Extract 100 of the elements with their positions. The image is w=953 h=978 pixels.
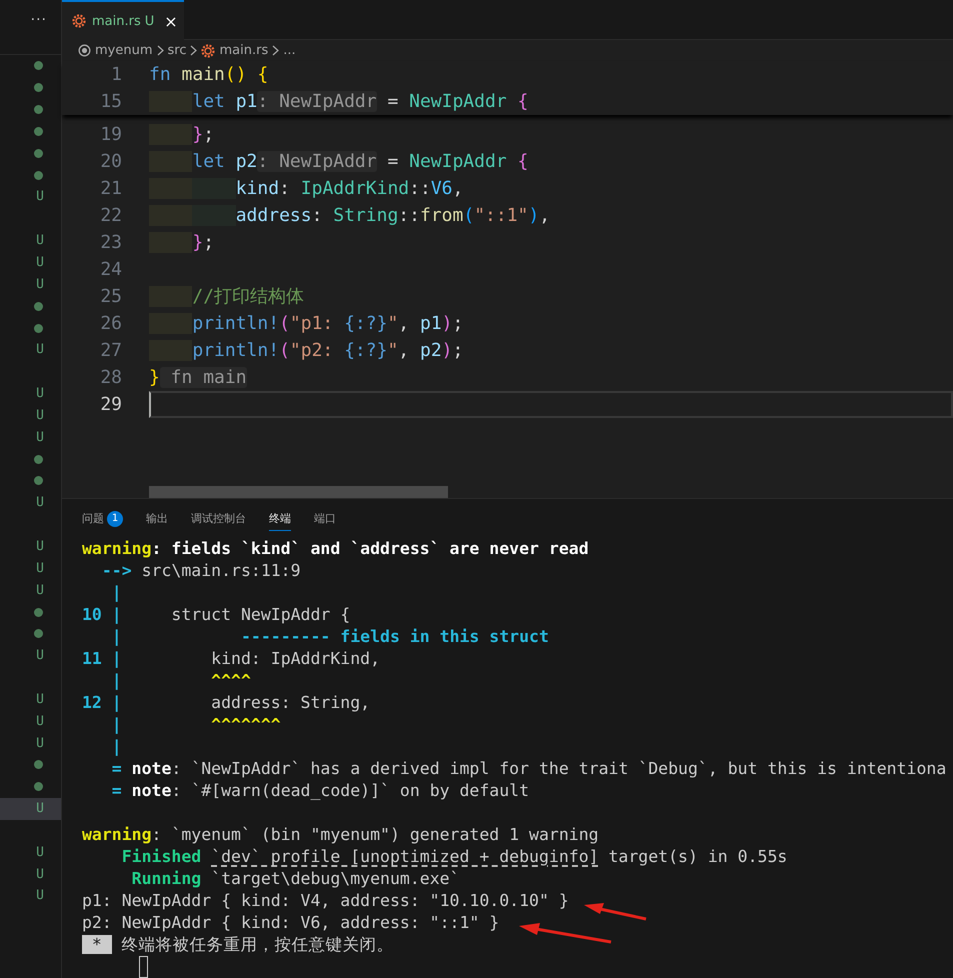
untracked-status: U (36, 276, 44, 292)
untracked-status: U (36, 538, 44, 554)
untracked-status: U (36, 692, 44, 707)
panel-tab[interactable]: 端口 (314, 507, 336, 531)
terminal-line: | ^^^^ (110, 670, 251, 692)
modified-dot-icon (34, 148, 43, 158)
untracked-status: U (36, 255, 44, 270)
terminal-line: = note: `#[warn(dead_code)]` on by default (110, 780, 530, 802)
modified-dot-icon (34, 324, 43, 333)
code-line: fn main() { (149, 63, 270, 87)
modified-dot-icon (34, 302, 43, 311)
modified-dot-icon (34, 760, 43, 770)
code-line: let p2: NewIpAddr = NewIpAddr { (149, 148, 953, 175)
panel-tab[interactable]: 终端 (269, 507, 291, 531)
count-badge: 1 (107, 510, 123, 526)
terminal-line: | (110, 582, 122, 604)
modified-dot-icon (34, 476, 43, 486)
line-number: 22 (99, 204, 123, 228)
breadcrumb-item[interactable]: ... (283, 43, 296, 58)
breadcrumb-item[interactable]: main.rs (219, 43, 268, 58)
line-number: 27 (99, 339, 123, 363)
terminal-cursor (139, 956, 148, 978)
line-number: 15 (99, 90, 123, 114)
terminal-line: | (110, 736, 122, 758)
terminal-line: warning: fields `kind` and `address` are never read (82, 538, 589, 560)
modified-dot-icon (34, 629, 43, 638)
close-icon[interactable]: × (164, 12, 178, 30)
untracked-status: U (36, 844, 44, 860)
modified-dot-icon (34, 105, 43, 114)
untracked-status: U (36, 495, 44, 510)
line-number: 28 (99, 366, 123, 390)
untracked-status: U (36, 430, 44, 445)
line-number: 20 (99, 150, 123, 174)
scrollbar-thumb[interactable] (149, 486, 448, 498)
terminal-line: p1: NewIpAddr { kind: V4, address: "10.10.0.10" } (82, 890, 569, 912)
breadcrumb-item[interactable]: src (168, 43, 186, 58)
code-line: }; (149, 121, 953, 148)
terminal-line: 10 | struct NewIpAddr { (82, 604, 350, 626)
terminal-line: warning: `myenum` (bin "myenum") generated 1 warning (82, 824, 599, 846)
untracked-status: U (36, 582, 44, 598)
annotation-arrow (584, 903, 646, 920)
terminal-line: Finished `dev` profile [unoptimized + debuginfo] target(s) in 0.55s (120, 846, 788, 868)
untracked-status: U (36, 189, 44, 204)
gear-file-icon (72, 14, 86, 28)
code-line: } fn main (149, 366, 248, 390)
modified-dot-icon (34, 170, 43, 180)
untracked-status: U (36, 648, 44, 664)
terminal-line: | ^^^^^^^ (110, 714, 281, 736)
chevron-icon (272, 45, 280, 56)
code-line: kind: IpAddrKind::V6, (149, 175, 953, 202)
terminal-line: 12 | address: String, (82, 692, 370, 714)
untracked-status: U (36, 560, 44, 576)
line-number: 19 (99, 123, 123, 147)
untracked-status: U (36, 342, 44, 358)
target-icon (78, 44, 91, 57)
terminal-line: 11 | kind: IpAddrKind, (82, 648, 380, 670)
code-line: //打印结构体 (149, 283, 953, 310)
untracked-status: U (36, 888, 44, 904)
code-line: println!("p2: {:?}", p2); (149, 337, 953, 364)
terminal-line: --> src\main.rs:11:9 (100, 560, 301, 582)
untracked-status: U (36, 801, 44, 816)
panel-tab[interactable]: 调试控制台 (191, 507, 246, 531)
untracked-status: U (36, 866, 44, 882)
untracked-status: U (36, 736, 44, 751)
chevron-icon (156, 45, 164, 56)
editor-tab[interactable]: main.rs U × (62, 0, 184, 40)
gear-file-icon (201, 44, 216, 58)
selected-row[interactable]: U (0, 798, 61, 820)
untracked-status: U (36, 408, 44, 423)
line-number: 21 (99, 177, 123, 201)
terminal-line: * 终端将被任务重用，按任意键关闭。 (82, 934, 394, 956)
line-number: 26 (99, 312, 123, 336)
line-number: 23 (99, 231, 123, 255)
untracked-status: U (36, 714, 44, 729)
modified-dot-icon (34, 608, 43, 617)
chevron-icon (190, 45, 198, 56)
code-line: println!("p1: {:?}", p1); (149, 310, 953, 337)
breadcrumb-item[interactable]: myenum (95, 43, 152, 58)
code-line: address: String::from("::1"), (149, 202, 953, 229)
modified-dot-icon (34, 126, 43, 136)
line-number: 24 (99, 258, 123, 282)
terminal-line: Running `target\debug\myenum.exe` (130, 868, 460, 890)
line-number: 1 (110, 63, 123, 87)
line-number: 25 (99, 285, 123, 309)
terminal-line: = note: `NewIpAddr` has a derived impl for the trait `Debug`, but this is intentiona (110, 758, 946, 780)
terminal-line: p2: NewIpAddr { kind: V6, address: "::1" } (82, 912, 500, 934)
panel-tab[interactable]: 问题 1 (82, 506, 123, 532)
modified-dot-icon (34, 83, 43, 92)
modified-dot-icon (34, 61, 43, 70)
line-number: 29 (99, 393, 123, 417)
untracked-status: U (36, 386, 44, 402)
more-actions-icon[interactable]: ··· (30, 10, 47, 30)
untracked-status: U (36, 233, 44, 248)
tab-label: main.rs U (92, 14, 154, 28)
terminal-line: | --------- fields in this struct (110, 626, 549, 648)
modified-dot-icon (34, 782, 43, 792)
panel-tab[interactable]: 输出 (146, 507, 168, 531)
code-line: let p1: NewIpAddr = NewIpAddr { (149, 88, 953, 115)
modified-dot-icon (34, 454, 43, 464)
code-line: }; (149, 229, 953, 256)
